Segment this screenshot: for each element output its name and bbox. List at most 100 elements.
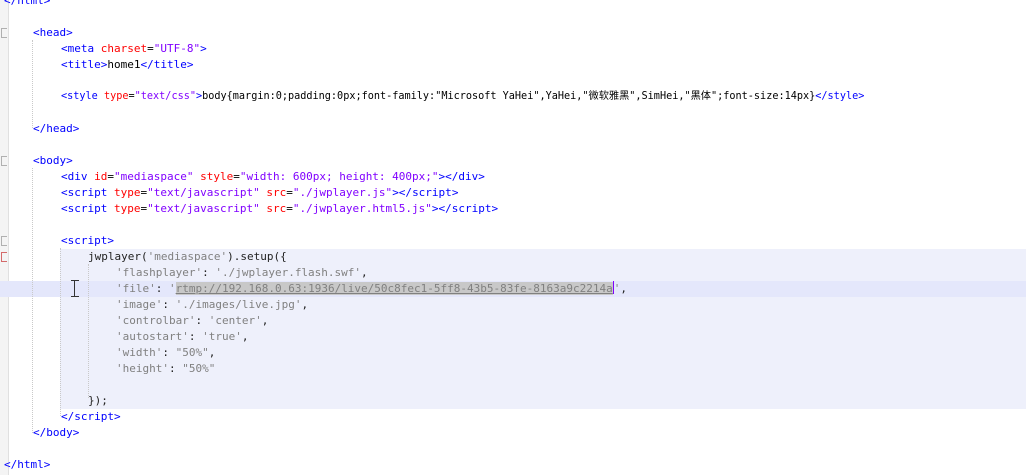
fold-gutter <box>0 0 9 475</box>
token: 'flashplayer' <box>116 266 203 279</box>
token: , <box>301 298 309 311</box>
indent-guide <box>88 264 89 398</box>
token: jwplayer( <box>88 250 148 263</box>
token: }); <box>88 394 108 407</box>
token: head <box>39 26 67 39</box>
token: script <box>67 234 108 247</box>
code-line-16[interactable]: <script> <box>61 233 114 249</box>
token: "text/javascript" <box>147 202 260 215</box>
code-line-17[interactable]: jwplayer('mediaspace').setup({ <box>88 249 287 265</box>
code-line-28[interactable]: </body> <box>33 425 79 441</box>
code-line-26[interactable]: }); <box>88 393 108 409</box>
code-line-18[interactable]: 'flashplayer': './jwplayer.flash.swf', <box>116 265 368 281</box>
indent-guide <box>60 248 61 416</box>
code-line-19[interactable]: 'file': 'rtmp://192.168.0.63:1936/live/5… <box>116 281 627 297</box>
token: > <box>114 410 121 423</box>
token: "text/css" <box>134 91 196 102</box>
token: script <box>412 186 452 199</box>
token: 'mediaspace' <box>147 250 228 263</box>
code-line-1[interactable]: </html> <box>4 0 50 9</box>
token: title <box>153 58 187 71</box>
code-line-11[interactable]: <body> <box>33 153 73 169</box>
code-line-21[interactable]: 'controlbar': 'center', <box>116 313 268 329</box>
code-line-23[interactable]: 'width': "50%", <box>116 345 215 361</box>
token: < <box>33 154 40 167</box>
token: , <box>261 314 269 327</box>
token: src <box>266 202 287 215</box>
token: charset <box>100 42 148 55</box>
token: home1 <box>107 58 141 71</box>
token: < <box>61 186 68 199</box>
token: "width: 600px; height: 400px;" <box>239 170 439 183</box>
token: > <box>43 0 51 7</box>
indent-guide <box>32 168 33 433</box>
token: ></ <box>392 186 413 199</box>
token: 'file' <box>116 282 156 295</box>
code-line-27[interactable]: </script> <box>61 409 121 425</box>
token: script <box>451 202 492 215</box>
token: = <box>107 170 114 183</box>
token: < <box>61 170 68 183</box>
code-line-24[interactable]: 'height': "50%" <box>116 361 215 377</box>
token: html <box>17 0 44 7</box>
token: </ <box>61 410 75 423</box>
fold-marker-script[interactable] <box>1 236 7 246</box>
code-line-9[interactable]: </head> <box>33 121 79 137</box>
code-line-30[interactable]: </html> <box>4 457 50 473</box>
code-line-13[interactable]: <script type="text/javascript" src="./jw… <box>61 185 458 201</box>
token: < <box>61 42 68 55</box>
fold-marker-setup[interactable] <box>1 252 7 262</box>
code-line-20[interactable]: 'image': './images/live.jpg', <box>116 297 308 313</box>
token: </ <box>815 91 828 102</box>
token: ></ <box>438 170 459 183</box>
token: > <box>186 58 194 71</box>
token: : <box>188 330 203 343</box>
token: style <box>67 91 98 102</box>
token: title <box>67 58 101 71</box>
token: 'image' <box>116 298 163 311</box>
code-editor[interactable]: </html> <head> <meta charset="UTF-8"> <t… <box>0 0 1026 475</box>
code-line-7[interactable]: <style type="text/css">body{margin:0;pad… <box>61 89 864 105</box>
token: 'true' <box>202 330 242 343</box>
token: : <box>155 282 169 295</box>
token: body <box>39 154 67 167</box>
code-line-4[interactable]: <meta charset="UTF-8"> <box>61 41 207 57</box>
ibeam-cursor-icon <box>71 280 79 297</box>
token: "50%" <box>175 346 209 359</box>
token: < <box>61 202 68 215</box>
token: > <box>858 91 865 102</box>
token: type <box>103 91 129 102</box>
token: script <box>67 186 108 199</box>
token: , <box>208 346 216 359</box>
code-line-14[interactable]: <script type="text/javascript" src="./jw… <box>61 201 498 217</box>
token: "text/javascript" <box>147 186 260 199</box>
token: : <box>168 362 183 375</box>
fold-marker-body[interactable] <box>1 156 7 166</box>
token: html <box>17 458 44 471</box>
fold-marker-head[interactable] <box>1 28 7 38</box>
token: 'controlbar' <box>116 314 196 327</box>
token: > <box>491 202 499 215</box>
token: 'center' <box>208 314 262 327</box>
token: </ <box>4 0 18 7</box>
token: = <box>233 170 240 183</box>
token: : <box>202 266 216 279</box>
token: id <box>94 170 108 183</box>
token: ' <box>169 282 176 295</box>
token: > <box>66 26 73 39</box>
code-line-22[interactable]: 'autostart': 'true', <box>116 329 248 345</box>
token: "./jwplayer.html5.js" <box>292 202 432 215</box>
code-line-12[interactable]: <div id="mediaspace" style="width: 600px… <box>61 169 485 185</box>
token: div <box>67 170 88 183</box>
token: body <box>46 426 73 439</box>
token: > <box>72 426 80 439</box>
code-line-3[interactable]: <head> <box>33 25 73 41</box>
token: < <box>61 234 68 247</box>
selected-url-text[interactable]: rtmp://192.168.0.63:1936/live/50c8fec1-5… <box>175 282 613 295</box>
token: "50%" <box>182 362 216 375</box>
token: : <box>162 298 176 311</box>
token: > <box>107 234 114 247</box>
code-line-5[interactable]: <title>home1</title> <box>61 57 194 73</box>
